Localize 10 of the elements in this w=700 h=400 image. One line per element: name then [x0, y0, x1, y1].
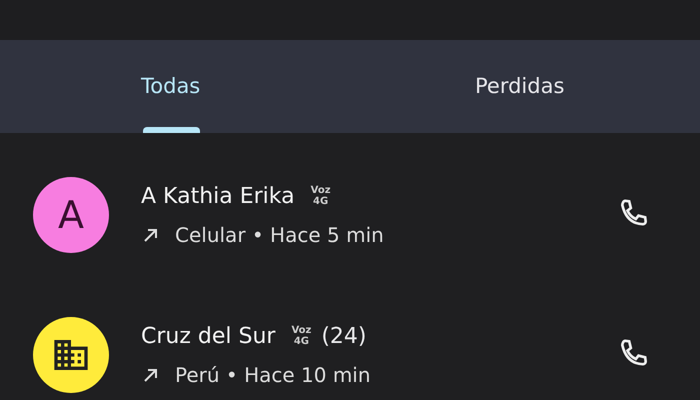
contact-name: Cruz del Sur: [141, 324, 276, 348]
network-label: Voz 4G: [291, 325, 312, 347]
network-label: Voz 4G: [310, 185, 331, 207]
avatar[interactable]: A: [33, 177, 109, 253]
tab[interactable]: Perdidas: [350, 40, 700, 133]
call-count: (24): [321, 324, 367, 348]
tab[interactable]: Todas: [0, 40, 350, 133]
call-detail: Celular • Hace 5 min: [175, 222, 384, 246]
contact-name: A Kathia Erika: [141, 184, 295, 208]
call-detail: Perú • Hace 10 min: [175, 362, 371, 386]
